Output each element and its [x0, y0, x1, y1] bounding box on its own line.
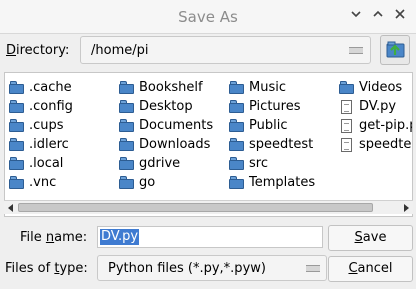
list-item[interactable]: speedtest: [229, 135, 315, 154]
file-name: Documents: [139, 118, 214, 133]
file-name: Bookshelf: [139, 80, 203, 95]
folder-icon: [119, 156, 135, 171]
list-item[interactable]: get-pip.p: [339, 116, 413, 135]
folder-icon: [119, 80, 135, 95]
file-name: .idlerc: [29, 137, 69, 152]
file-name: src: [249, 156, 268, 171]
folder-icon: [229, 156, 245, 171]
chevron-up-icon[interactable]: [370, 8, 386, 24]
file-name-label: File name:: [20, 230, 88, 245]
folder-icon: [9, 156, 25, 171]
folder-icon: [119, 175, 135, 190]
folder-icon: [9, 99, 25, 114]
list-item[interactable]: Public: [229, 116, 315, 135]
file-name: gdrive: [139, 156, 181, 171]
file-name: .cups: [29, 118, 64, 133]
file-column: Bookshelf Desktop Documents Downloads gdrive…: [119, 78, 213, 192]
file-name: go: [139, 175, 156, 190]
file-type-value: Python files (*.py,*.pyw): [108, 261, 266, 276]
folder-icon: [9, 80, 25, 95]
parent-directory-button[interactable]: [380, 35, 410, 65]
close-icon[interactable]: [392, 8, 408, 24]
list-item[interactable]: Documents: [119, 116, 213, 135]
list-item[interactable]: DV.py: [339, 97, 412, 116]
folder-icon: [119, 137, 135, 152]
chevron-down-icon[interactable]: [348, 8, 364, 24]
file-icon: [339, 137, 355, 152]
list-item[interactable]: speedte: [339, 135, 412, 154]
file-name: Templates: [249, 175, 316, 190]
list-item[interactable]: Desktop: [119, 97, 213, 116]
file-name: Videos: [359, 80, 403, 95]
directory-value: /home/pi: [91, 43, 149, 58]
list-item[interactable]: Pictures: [229, 97, 315, 116]
file-name: Music: [249, 80, 286, 95]
file-column: .cache .config .cups .idlerc .local .vnc: [9, 78, 73, 192]
folder-icon: [119, 99, 135, 114]
folder-up-icon: [386, 41, 405, 58]
horizontal-scrollbar[interactable]: [4, 200, 413, 214]
file-name-value: DV.py: [100, 229, 140, 245]
list-item[interactable]: .idlerc: [9, 135, 73, 154]
directory-label: Directory:: [6, 43, 70, 58]
list-item[interactable]: .config: [9, 97, 73, 116]
list-item[interactable]: .cups: [9, 116, 73, 135]
file-column: Music Pictures Public speedtest src Templates: [229, 78, 315, 192]
directory-combo[interactable]: /home/pi: [80, 36, 371, 64]
combo-grip-icon: [306, 265, 320, 272]
folder-icon: [229, 118, 245, 133]
list-item[interactable]: Downloads: [119, 135, 213, 154]
folder-icon: [119, 118, 135, 133]
combo-grip-icon: [349, 47, 363, 54]
save-button[interactable]: Save: [328, 225, 413, 251]
list-item[interactable]: go: [119, 173, 213, 192]
title-bar: Save As: [0, 0, 416, 34]
folder-icon: [9, 175, 25, 190]
list-item[interactable]: .cache: [9, 78, 73, 97]
folder-icon: [9, 118, 25, 133]
list-item[interactable]: Music: [229, 78, 315, 97]
folder-icon: [229, 137, 245, 152]
list-item[interactable]: Videos: [339, 78, 412, 97]
file-name: .cache: [29, 80, 72, 95]
folder-icon: [9, 137, 25, 152]
list-item[interactable]: Bookshelf: [119, 78, 213, 97]
file-name: .vnc: [29, 175, 57, 190]
file-column: Videos DV.py get-pip.p speedte: [339, 78, 413, 154]
file-name: speedtest: [249, 137, 314, 152]
folder-icon: [229, 175, 245, 190]
file-name: Pictures: [249, 99, 301, 114]
list-item[interactable]: .vnc: [9, 173, 73, 192]
file-name: .config: [29, 99, 73, 114]
scroll-right-icon[interactable]: [404, 204, 409, 212]
list-item[interactable]: .local: [9, 154, 73, 173]
list-item[interactable]: src: [229, 154, 315, 173]
file-name: Downloads: [139, 137, 211, 152]
folder-icon: [229, 99, 245, 114]
list-item[interactable]: Templates: [229, 173, 315, 192]
file-name: Public: [249, 118, 288, 133]
file-icon: [339, 118, 355, 133]
file-icon: [339, 99, 355, 114]
list-item[interactable]: gdrive: [119, 154, 213, 173]
file-name: speedte: [359, 137, 412, 152]
file-name: DV.py: [359, 99, 397, 114]
scrollbar-thumb[interactable]: [18, 203, 373, 212]
folder-icon: [229, 80, 245, 95]
file-name: .local: [29, 156, 64, 171]
file-name: get-pip.p: [359, 118, 413, 133]
file-type-label: Files of type:: [5, 261, 88, 276]
folder-icon: [339, 80, 355, 95]
file-name-input[interactable]: DV.py: [97, 226, 323, 248]
scroll-left-icon[interactable]: [8, 204, 13, 212]
file-name: Desktop: [139, 99, 193, 114]
file-list[interactable]: .cache .config .cups .idlerc .local .vnc Books…: [4, 72, 413, 217]
cancel-button[interactable]: Cancel: [328, 256, 413, 282]
file-type-combo[interactable]: Python files (*.py,*.pyw): [97, 255, 327, 281]
